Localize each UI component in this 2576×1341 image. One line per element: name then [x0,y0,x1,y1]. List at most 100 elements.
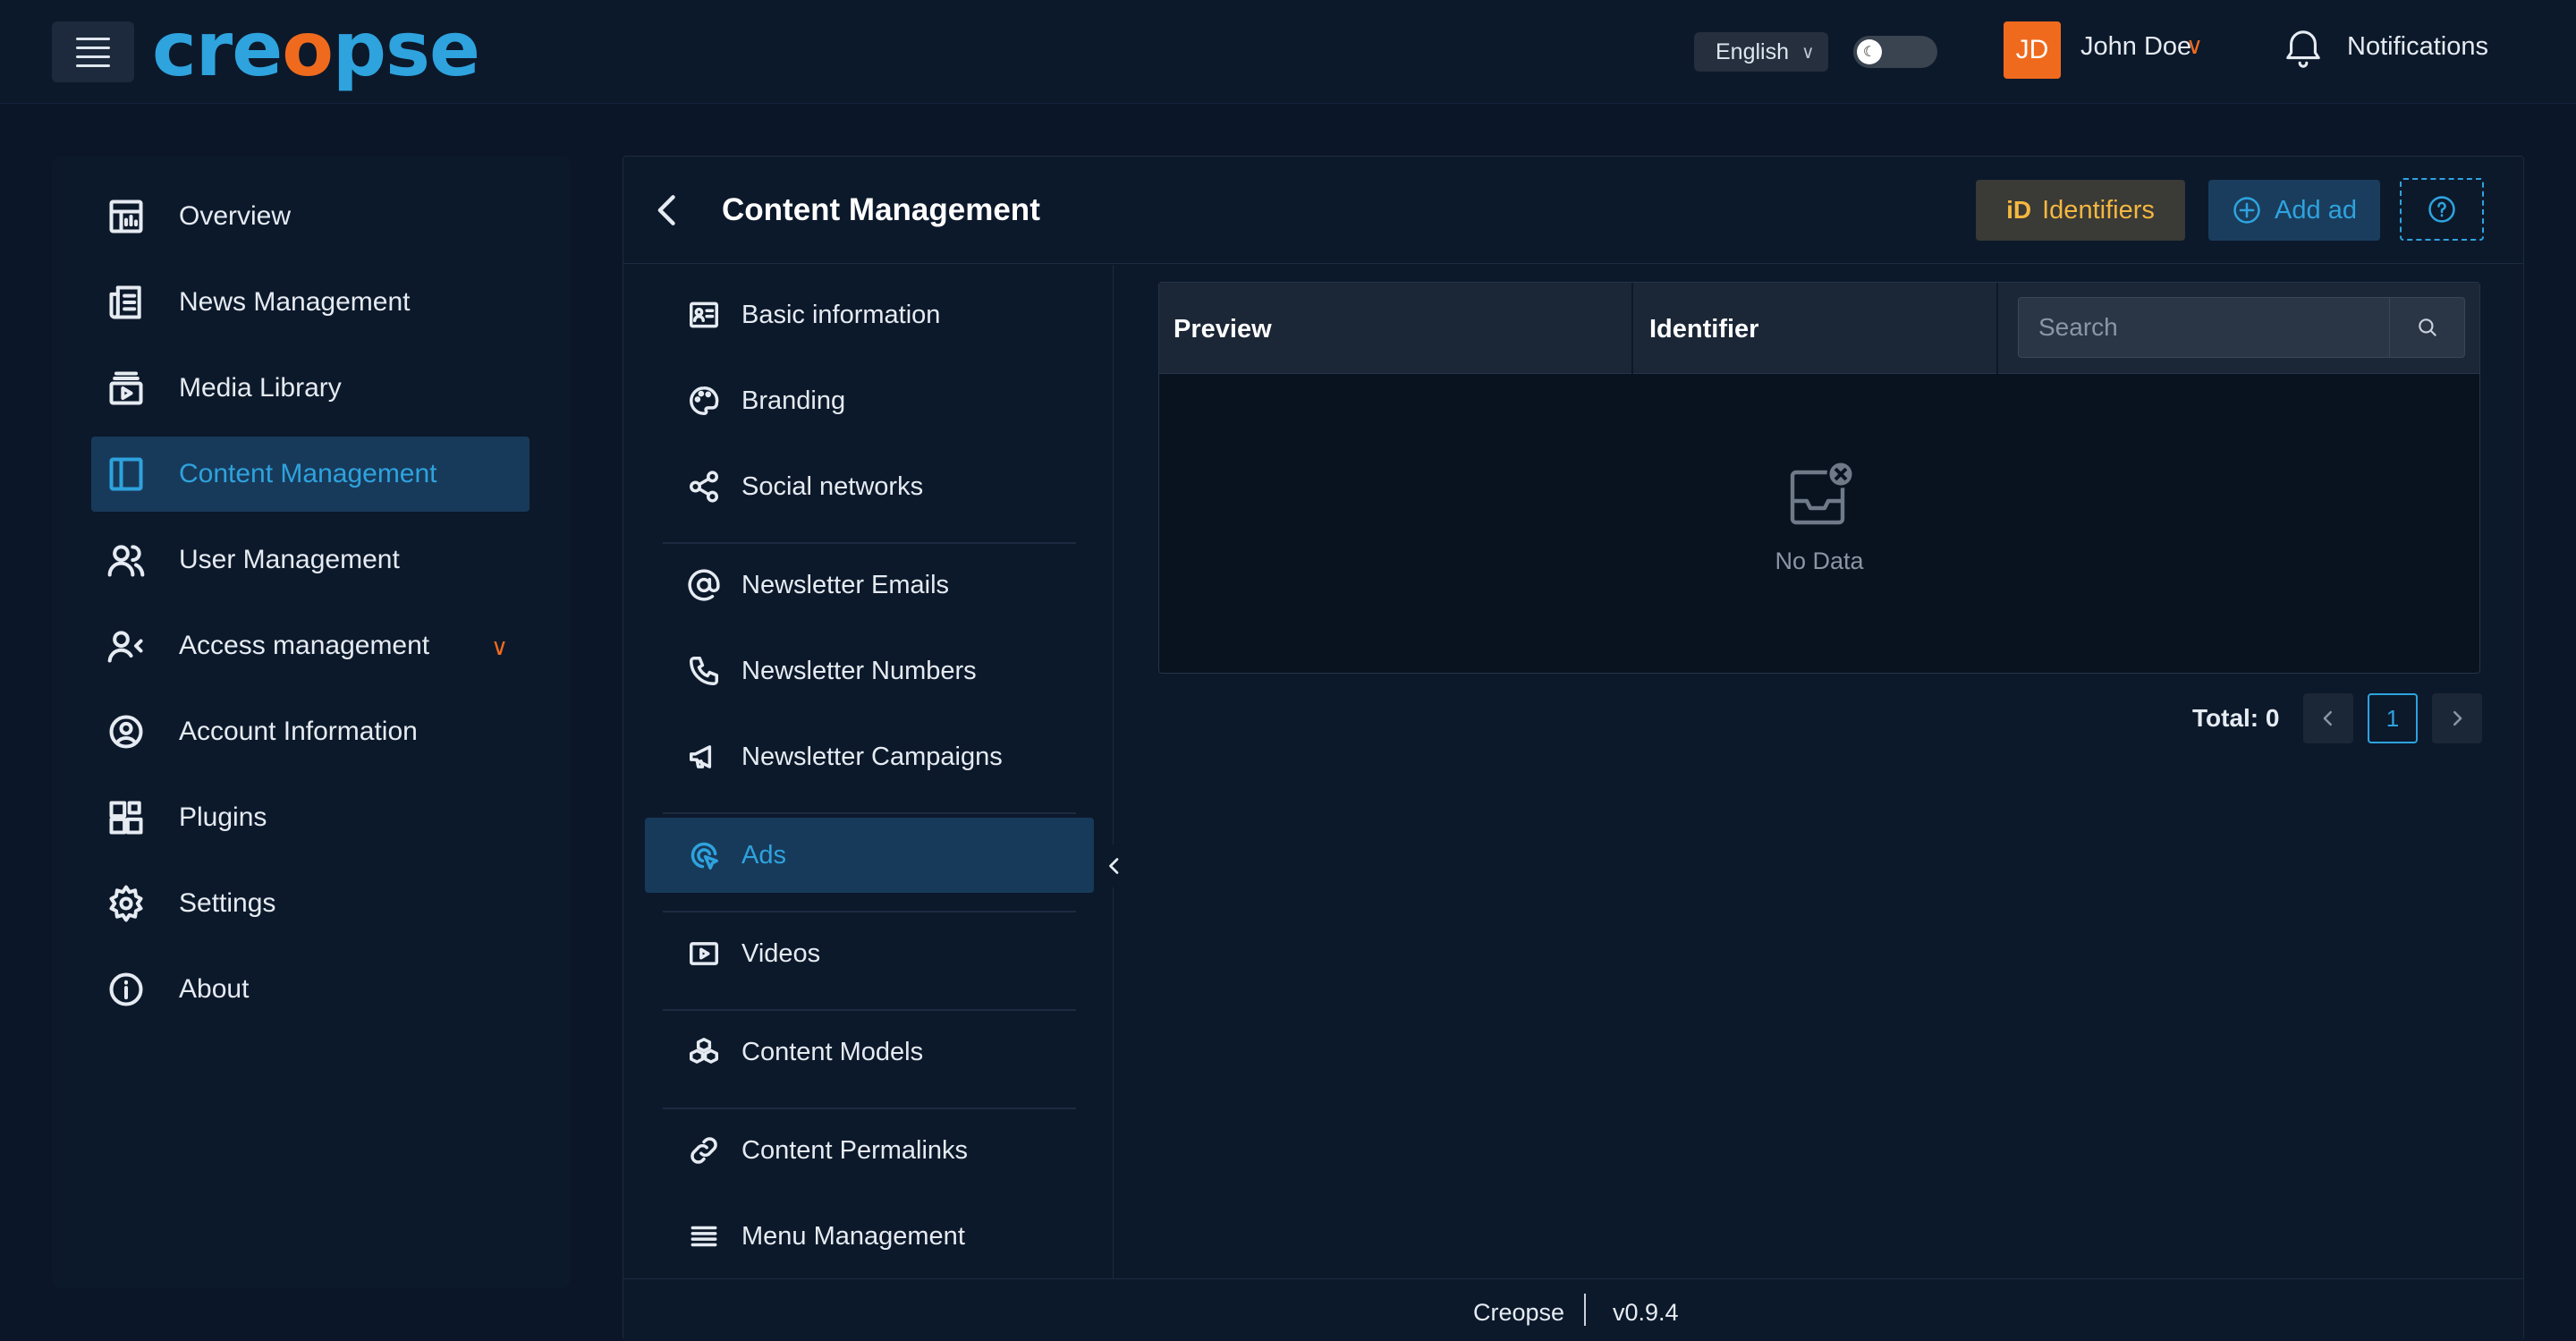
avatar[interactable]: JD [2004,21,2061,79]
access-icon [104,624,148,668]
submenu-item-label: Branding [741,386,846,415]
collapse-submenu-button[interactable] [1100,844,1129,887]
moon-icon: ☾ [1857,39,1882,64]
hamburger-menu-button[interactable] [52,21,134,82]
add-ad-button[interactable]: Add ad [2208,180,2380,241]
submenu-item-newsletter-numbers[interactable]: Newsletter Numbers [645,633,1094,709]
submenu-item-label: Social networks [741,471,924,501]
info-icon [104,967,148,1012]
palette-icon [684,381,724,420]
main-sidebar: Overview News Management Media Library C… [52,156,571,1288]
id-icon: iD [2006,196,2032,224]
search-button[interactable] [2389,298,2464,357]
empty-state-text: No Data [1775,547,1864,574]
identifiers-button[interactable]: iD Identifiers [1976,180,2185,241]
footer-brand: Creopse [1473,1299,1565,1326]
pagination-next-button[interactable] [2432,693,2482,743]
sidebar-item-label: News Management [179,287,411,317]
content-icon [104,452,148,497]
help-button[interactable] [2400,178,2484,241]
media-icon [104,366,148,411]
sidebar-item-content-management[interactable]: Content Management [91,437,530,512]
language-select[interactable]: English ∨ [1694,32,1828,72]
table-header: Preview Identifier [1159,283,2479,374]
account-icon [104,709,148,754]
submenu-item-content-permalinks[interactable]: Content Permalinks [645,1113,1094,1188]
submenu-item-newsletter-campaigns[interactable]: Newsletter Campaigns [645,719,1094,794]
chevron-right-icon [2453,710,2462,726]
page-footer: Creopse v0.9.4 [623,1278,2523,1341]
sidebar-item-account-information[interactable]: Account Information [91,694,530,769]
footer-version: v0.9.4 [1613,1299,1679,1326]
content-submenu: Basic information Branding Social networ… [623,265,1129,1278]
pagination-page-button[interactable]: 1 [2368,693,2418,743]
search-input[interactable] [2019,298,2389,357]
user-name[interactable]: John Doe [2080,32,2191,62]
theme-toggle[interactable]: ☾ [1853,36,1937,68]
content-panel: Content Management iD Identifiers Add ad… [623,156,2524,1341]
submenu-item-content-models[interactable]: Content Models [645,1014,1094,1090]
pagination-prev-button[interactable] [2303,693,2353,743]
column-header-identifier[interactable]: Identifier [1649,315,1758,344]
submenu-item-branding[interactable]: Branding [645,363,1094,438]
ads-table: Preview Identifier No Data [1158,282,2480,674]
users-icon [104,538,148,582]
sidebar-item-label: Media Library [179,373,342,403]
search-box [2018,297,2465,358]
submenu-divider [663,911,1076,912]
chevron-down-icon: ∨ [1801,42,1815,63]
submenu-item-ads[interactable]: Ads [645,818,1094,893]
submenu-item-label: Content Models [741,1037,924,1066]
sidebar-item-label: Settings [179,888,276,918]
link-icon [684,1131,724,1170]
sidebar-item-media-library[interactable]: Media Library [91,351,530,426]
video-icon [684,934,724,973]
language-value: English [1716,38,1789,64]
sidebar-item-plugins[interactable]: Plugins [91,780,530,855]
column-header-preview[interactable]: Preview [1174,315,1272,344]
plus-circle-icon [2233,197,2260,224]
back-arrow-icon[interactable] [648,191,688,230]
page-title: Content Management [722,192,1040,227]
chevron-left-icon [2323,710,2332,726]
sidebar-item-label: Content Management [179,459,437,488]
sidebar-item-label: About [179,974,250,1004]
at-icon [684,565,724,605]
news-icon [104,280,148,325]
submenu-item-basic-information[interactable]: Basic information [645,277,1094,352]
phone-icon [684,651,724,691]
overview-icon [104,194,148,239]
submenu-item-label: Videos [741,938,821,968]
submenu-item-menu-management[interactable]: Menu Management [645,1199,1094,1274]
ads-icon [684,836,724,875]
empty-inbox-icon [1790,460,1855,525]
submenu-item-label: Basic information [741,300,941,329]
chevron-left-icon [1109,858,1119,874]
top-header: creopse English ∨ ☾ JD John Doe ∨ Notifi… [0,0,2576,104]
plugins-icon [104,795,148,840]
submenu-item-newsletter-emails[interactable]: Newsletter Emails [645,547,1094,623]
submenu-item-label: Newsletter Emails [741,570,950,599]
submenu-item-social-networks[interactable]: Social networks [645,449,1094,524]
sidebar-item-news-management[interactable]: News Management [91,265,530,340]
submenu-item-label: Menu Management [741,1221,965,1251]
add-ad-label: Add ad [2275,195,2357,225]
submenu-item-videos[interactable]: Videos [645,916,1094,991]
creopse-logo[interactable]: creopse [152,9,480,89]
chevron-down-icon[interactable]: ∨ [2186,32,2203,60]
sidebar-item-user-management[interactable]: User Management [91,522,530,598]
submenu-item-label: Newsletter Campaigns [741,742,1003,771]
pagination-total: Total: 0 [2192,704,2280,732]
sidebar-item-label: Plugins [179,802,267,832]
sidebar-item-label: Access management [179,631,430,660]
notifications-link[interactable]: Notifications [2347,32,2488,62]
submenu-divider [663,812,1076,814]
sidebar-item-about[interactable]: About [91,952,530,1027]
panel-header: Content Management iD Identifiers Add ad [623,157,2523,264]
sidebar-item-access-management[interactable]: Access management ∨ [91,608,530,683]
sidebar-item-settings[interactable]: Settings [91,866,530,941]
sidebar-item-overview[interactable]: Overview [91,179,530,254]
search-icon [2418,318,2436,336]
bell-icon[interactable] [2283,27,2324,72]
chevron-down-icon[interactable]: ∨ [491,633,508,661]
